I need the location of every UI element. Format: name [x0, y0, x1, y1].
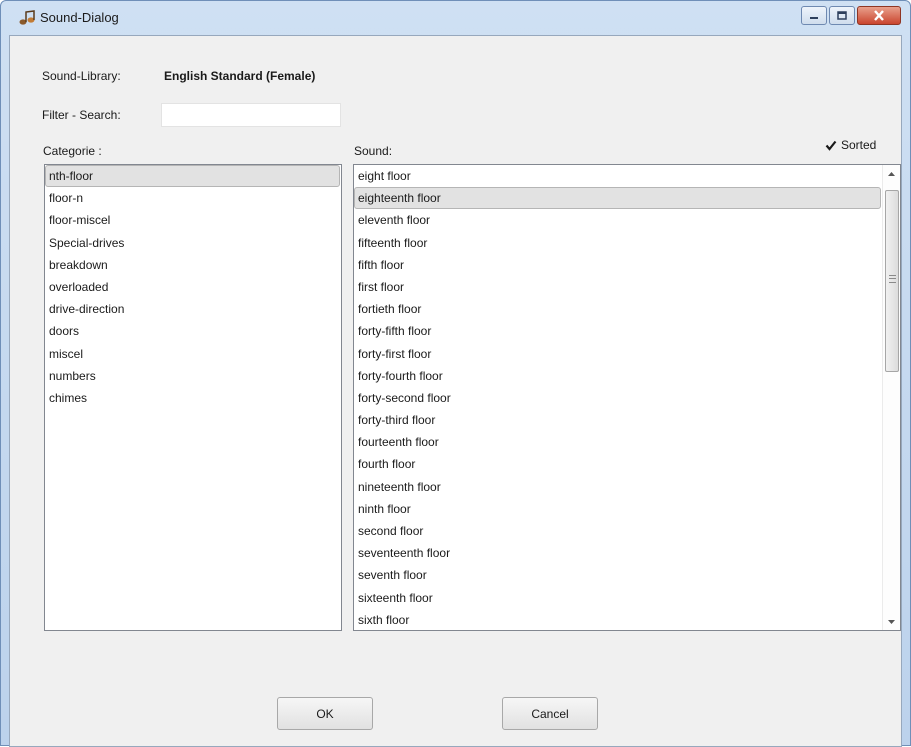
category-list-item[interactable]: doors — [45, 320, 341, 342]
dialog-content: Sound-Library: English Standard (Female)… — [9, 35, 902, 747]
sound-dialog-window: Sound-Dialog Sound-Library: English Stan… — [0, 0, 911, 747]
sorted-checkbox[interactable] — [824, 139, 837, 152]
sound-list-item[interactable]: seventeenth floor — [354, 542, 882, 564]
music-note-icon — [19, 10, 35, 25]
close-button[interactable] — [857, 6, 901, 25]
filter-search-label: Filter - Search: — [42, 108, 121, 122]
sound-listbox[interactable]: eight floor eighteenth floor eleventh floo… — [353, 164, 901, 631]
maximize-icon — [837, 11, 847, 20]
sound-list-item[interactable]: eighteenth floor — [354, 187, 881, 210]
category-list-item[interactable]: Special-drives — [45, 232, 341, 254]
category-list-item[interactable]: breakdown — [45, 254, 341, 276]
category-list-item[interactable]: floor-miscel — [45, 209, 341, 231]
sorted-label[interactable]: Sorted — [841, 138, 876, 152]
sound-list-item[interactable]: eight floor — [354, 165, 882, 187]
sound-list-item[interactable]: first floor — [354, 276, 882, 298]
minimize-icon — [810, 16, 818, 19]
sound-list-item[interactable]: fifteenth floor — [354, 232, 882, 254]
chevron-up-icon — [888, 171, 895, 176]
category-list-item[interactable]: overloaded — [45, 276, 341, 298]
category-list-item[interactable]: nth-floor — [45, 165, 340, 188]
sound-list-items: eight floor eighteenth floor eleventh floo… — [354, 165, 882, 630]
close-icon — [874, 10, 884, 21]
sound-list-item[interactable]: forty-second floor — [354, 387, 882, 409]
scroll-up-arrow[interactable] — [883, 165, 900, 182]
category-list-item[interactable]: chimes — [45, 387, 341, 409]
sound-list-item[interactable]: fourth floor — [354, 453, 882, 475]
sound-list-item[interactable]: forty-first floor — [354, 343, 882, 365]
scroll-down-arrow[interactable] — [883, 613, 900, 630]
category-listbox[interactable]: nth-floor floor-n floor-miscel Special-driv… — [44, 164, 342, 631]
cancel-button[interactable]: Cancel — [502, 697, 598, 730]
category-list-item[interactable]: numbers — [45, 365, 341, 387]
sound-list-item[interactable]: ninth floor — [354, 498, 882, 520]
title-bar[interactable]: Sound-Dialog — [1, 1, 910, 35]
sound-label: Sound: — [354, 144, 393, 158]
category-list-item[interactable]: miscel — [45, 343, 341, 365]
sound-list-item[interactable]: eleventh floor — [354, 209, 882, 231]
sound-list-item[interactable]: fifth floor — [354, 254, 882, 276]
sound-list-item[interactable]: forty-fifth floor — [354, 320, 882, 342]
category-list-item[interactable]: drive-direction — [45, 298, 341, 320]
sound-library-label: Sound-Library: — [42, 69, 121, 83]
chevron-down-icon — [888, 619, 895, 624]
sound-library-value: English Standard (Female) — [164, 69, 316, 83]
window-controls — [801, 6, 901, 25]
sound-list-item[interactable]: fortieth floor — [354, 298, 882, 320]
sound-list-item[interactable]: sixth floor — [354, 609, 882, 630]
window-title: Sound-Dialog — [40, 10, 119, 25]
sound-list-item[interactable]: forty-fourth floor — [354, 365, 882, 387]
grip-icon — [889, 275, 896, 283]
ok-button[interactable]: OK — [277, 697, 373, 730]
checkmark-icon — [825, 140, 836, 151]
category-list-item[interactable]: floor-n — [45, 187, 341, 209]
sound-list-item[interactable]: seventh floor — [354, 564, 882, 586]
sound-list-item[interactable]: fourteenth floor — [354, 431, 882, 453]
sound-list-item[interactable]: forty-third floor — [354, 409, 882, 431]
sound-list-item[interactable]: nineteenth floor — [354, 476, 882, 498]
scroll-thumb[interactable] — [885, 190, 899, 372]
filter-search-input[interactable] — [161, 103, 341, 127]
sound-scrollbar[interactable] — [882, 165, 900, 630]
sound-list-item[interactable]: second floor — [354, 520, 882, 542]
categorie-label: Categorie : — [43, 144, 102, 158]
minimize-button[interactable] — [801, 6, 827, 25]
maximize-button[interactable] — [829, 6, 855, 25]
sound-list-item[interactable]: sixteenth floor — [354, 587, 882, 609]
